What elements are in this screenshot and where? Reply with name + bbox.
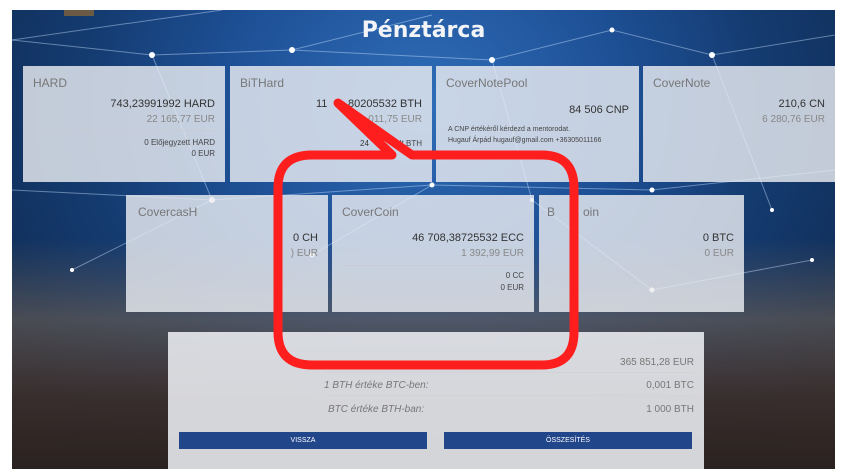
summary-button[interactable]: ÖSSZESÍTÉS (444, 432, 692, 449)
card-title: CoverNote (653, 76, 711, 90)
page-title: Pénztárca (361, 18, 486, 43)
card-title: HARD (33, 76, 68, 90)
balance-amount: 0 CH (292, 232, 318, 244)
balance-amount: 210,6 CN (778, 98, 825, 110)
bth-rate-label: 1 BTH értéke BTC-ben: (324, 380, 429, 391)
divider (31, 130, 217, 131)
back-button[interactable]: VISSZA (179, 432, 427, 449)
card-title: CoverCoin (342, 205, 399, 219)
reserved-eur: 7 3 (376, 151, 388, 160)
balance-eur: 6 280,76 EUR (762, 114, 825, 125)
reserved-eur: 0 EUR (191, 149, 215, 158)
balance-eur: 0 EUR (704, 248, 734, 259)
total-value: 365 851,28 EUR (620, 357, 694, 368)
mentor-info: A CNP értékéről kérdezd a mentorodat. Hu… (448, 124, 631, 146)
card-title: CovercasH (138, 205, 198, 219)
info-line: A CNP értékéről kérdezd a mentorodat. (448, 126, 571, 133)
card-bithard[interactable]: BiTHard 11 80205532 BTH ,011,75 EUR 24 e… (230, 66, 432, 182)
bth-rate-value: 0,001 BTC (646, 380, 694, 391)
balance-eur: 22 165,77 EUR (146, 114, 215, 125)
card-title: CoverNotePool (446, 76, 528, 90)
card-hard[interactable]: HARD 743,23991992 HARD 22 165,77 EUR 0 E… (23, 66, 225, 182)
divider (324, 372, 694, 373)
reserved-amount: 24 (360, 139, 369, 148)
card-bitcoin[interactable]: B oin 0 BTC 0 EUR (539, 195, 744, 312)
summary-panel: 365 851,28 EUR 1 BTH értéke BTC-ben: 0,0… (168, 332, 704, 469)
reserved-amount: 0 CC (505, 271, 524, 280)
balance-amount: 80205532 BTH (348, 98, 422, 110)
divider (324, 395, 694, 396)
balance-amount-prefix: 11 (316, 98, 328, 110)
btc-rate-value: 1 000 BTH (646, 404, 694, 415)
app-window: Pénztárca HARD 743,23991992 HARD 22 165,… (12, 10, 835, 469)
reserved-eur: 0 EUR (500, 283, 524, 292)
balance-eur: ) EUR (290, 248, 318, 259)
card-covercash[interactable]: CovercasH 0 CH ) EUR (126, 195, 328, 312)
card-covercoin[interactable]: CoverCoin 46 708,38725532 ECC 1 392,99 E… (332, 195, 534, 312)
btc-rate-label: BTC értéke BTH-ban: (328, 404, 425, 415)
card-title-end: oin (583, 205, 600, 219)
balance-eur: 1 392,99 EUR (461, 248, 524, 259)
divider (340, 265, 526, 266)
card-covernotepool[interactable]: CoverNotePool 84 506 CNP A CNP értékéről… (436, 66, 639, 182)
balance-amount: 46 708,38725532 ECC (412, 232, 524, 244)
balance-amount: 84 506 CNP (569, 104, 629, 116)
contact-line: Hugauf Árpád hugauf@gmail.com +363050111… (448, 137, 602, 144)
card-title-start: B (547, 205, 556, 219)
balance-amount: 743,23991992 HARD (110, 98, 215, 110)
balance-amount: 0 BTC (702, 232, 734, 244)
reserved-suffix: elt BTH (395, 139, 422, 148)
reserved-amount: 0 Előjegyzett HARD (144, 138, 215, 147)
card-covernote[interactable]: CoverNote 210,6 CN 6 280,76 EUR (643, 66, 835, 182)
balance-eur: ,011,75 EUR (365, 114, 422, 125)
card-title: BiTHard (240, 76, 285, 90)
